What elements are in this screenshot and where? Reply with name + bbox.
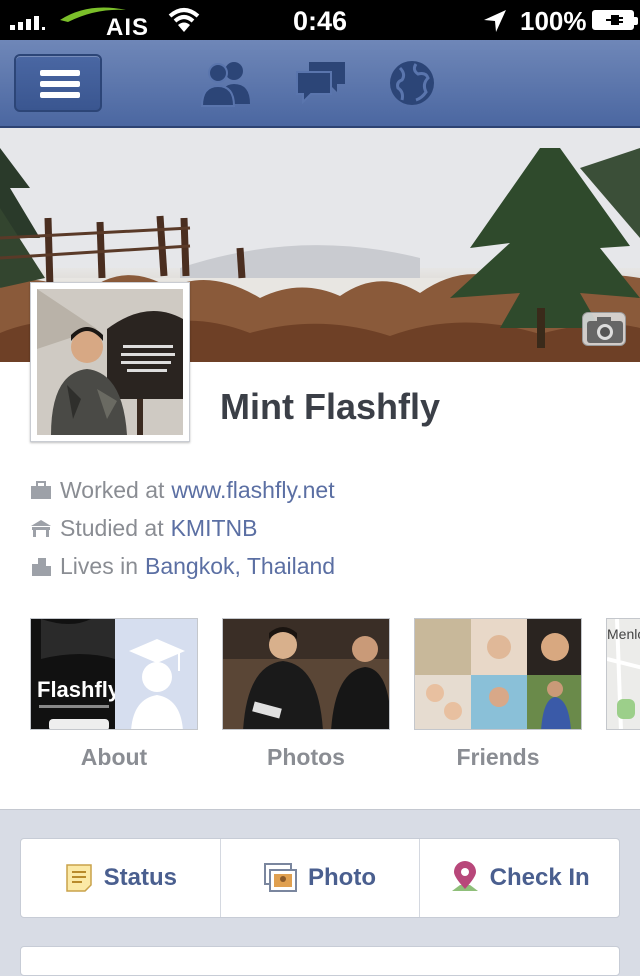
lives-label: Lives in [60, 552, 138, 579]
nav-bar [0, 40, 640, 128]
status-bar: AIS 0:46 100% [0, 0, 640, 41]
checkin-button[interactable]: Check In [420, 839, 619, 917]
photo-icon [264, 863, 298, 892]
change-cover-camera-icon[interactable] [582, 312, 626, 346]
globe-icon[interactable] [386, 58, 442, 108]
profile-picture[interactable] [30, 282, 190, 442]
lives-link[interactable]: Bangkok, Thailand [145, 553, 335, 580]
tab-friends[interactable]: Friends [414, 744, 582, 771]
status-button[interactable]: Status [21, 839, 221, 917]
work-link[interactable]: www.flashfly.net [171, 477, 334, 504]
feed-card [20, 946, 620, 976]
map-tile[interactable]: Menlo [606, 618, 640, 730]
location-arrow-icon [484, 10, 506, 32]
briefcase-icon [31, 481, 51, 499]
photos-tile[interactable] [222, 618, 390, 730]
composer-bar: Status Photo Check In [20, 838, 620, 918]
map-pin-icon [451, 861, 478, 891]
study-link[interactable]: KMITNB [171, 515, 258, 542]
work-label: Worked at [60, 476, 165, 503]
about-tile-brand: Flashfly [37, 677, 121, 702]
tab-about[interactable]: About [30, 744, 198, 771]
study-label: Studied at [60, 514, 164, 541]
friends-icon[interactable] [198, 58, 254, 108]
battery-percent: 100% [520, 6, 587, 36]
profile-name: Mint Flashfly [220, 386, 441, 427]
messages-icon[interactable] [293, 58, 349, 108]
map-tile-label: Menlo [607, 626, 640, 642]
status-label: Status [103, 864, 178, 891]
photo-label: Photo [308, 864, 376, 891]
study-info: Studied at KMITNB [30, 511, 257, 545]
menu-button[interactable] [14, 54, 102, 112]
checkin-label: Check In [489, 864, 590, 891]
city-icon [32, 558, 51, 576]
battery-icon [592, 10, 638, 30]
school-icon [31, 520, 51, 537]
work-info: Worked at www.flashfly.net [30, 473, 335, 507]
about-tile[interactable]: Flashfly [30, 618, 198, 730]
location-info: Lives in Bangkok, Thailand [30, 549, 335, 583]
status-note-icon [65, 864, 92, 892]
tab-photos[interactable]: Photos [222, 744, 390, 771]
photo-button[interactable]: Photo [221, 839, 421, 917]
avatar [37, 289, 183, 435]
friends-tile[interactable] [414, 618, 582, 730]
